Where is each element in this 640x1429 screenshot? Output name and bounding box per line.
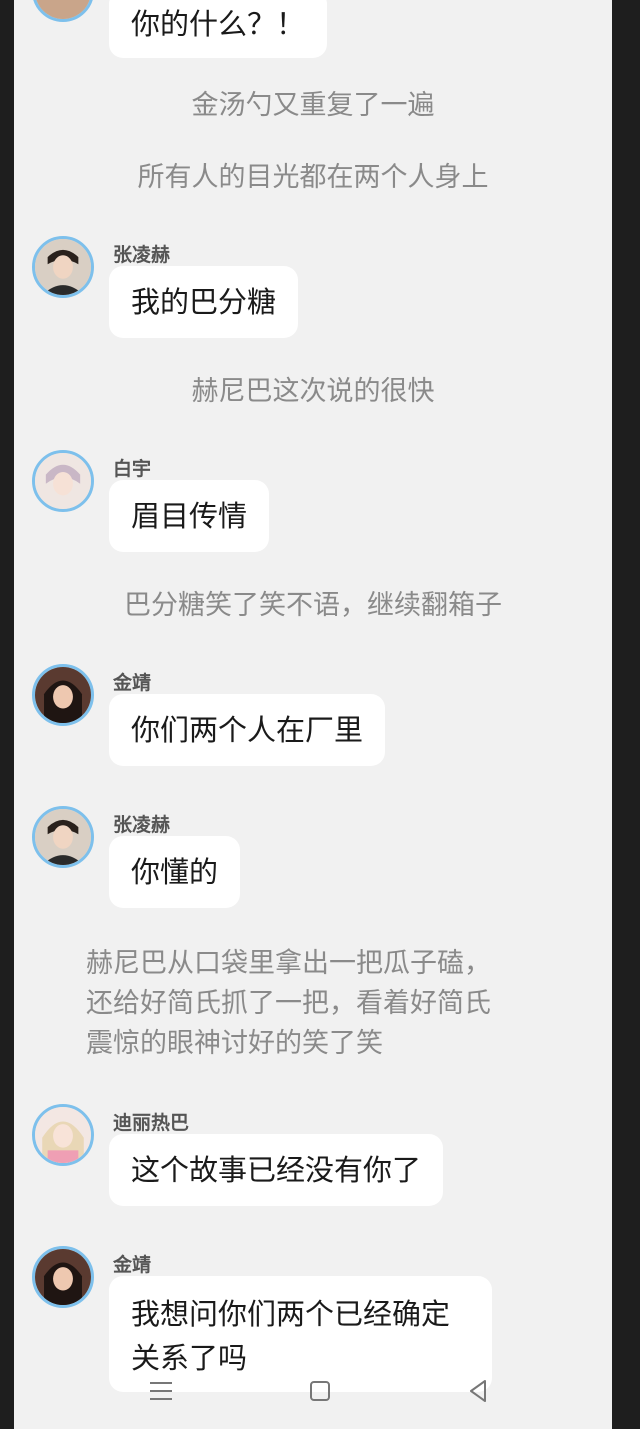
- user-avatar-icon[interactable]: [32, 0, 94, 22]
- message-bubble[interactable]: 这个故事已经没有你了: [109, 1134, 444, 1206]
- narration-text: 所有人的目光都在两个人身上: [137, 162, 489, 193]
- device-frame-left: [0, 0, 14, 1429]
- user-avatar-icon[interactable]: [32, 236, 94, 298]
- navigation-bar: [14, 1368, 612, 1412]
- back-icon[interactable]: [463, 1376, 493, 1406]
- sender-name: 张凌赫: [113, 244, 171, 266]
- sender-name: 金靖: [113, 1254, 152, 1276]
- message-bubble[interactable]: 你懂的: [109, 836, 241, 908]
- narration-text: 赫尼巴这次说的很快: [191, 376, 435, 407]
- sender-name: 白宇: [113, 458, 152, 480]
- message-bubble[interactable]: 我的巴分糖: [109, 266, 299, 338]
- user-avatar-icon[interactable]: [32, 1104, 94, 1166]
- message-bubble[interactable]: 你们两个人在厂里: [109, 694, 386, 766]
- user-avatar-icon[interactable]: [32, 1246, 94, 1308]
- message-bubble[interactable]: 你的什么？！: [109, 0, 328, 58]
- sender-name: 张凌赫: [113, 814, 171, 836]
- device-frame-right: [612, 0, 640, 1429]
- user-avatar-icon[interactable]: [32, 806, 94, 868]
- user-avatar-icon[interactable]: [32, 450, 94, 512]
- narration-text: 金汤勺又重复了一遍: [191, 90, 435, 121]
- user-avatar-icon[interactable]: [32, 664, 94, 726]
- menu-icon[interactable]: [146, 1376, 176, 1406]
- sender-name: 金靖: [113, 672, 152, 694]
- sender-name: 迪丽热巴: [113, 1112, 190, 1134]
- chat-area[interactable]: 你的什么？！ 金汤勺又重复了一遍 所有人的目光都在两个人身上 张凌赫 我的巴分糖…: [14, 0, 612, 1429]
- narration-text: 赫尼巴从口袋里拿出一把瓜子磕， 还给好简氏抓了一把，看着好简氏 震惊的眼神讨好的…: [86, 948, 491, 1059]
- home-icon[interactable]: [305, 1376, 335, 1406]
- message-bubble[interactable]: 眉目传情: [109, 480, 270, 552]
- narration-text: 巴分糖笑了笑不语，继续翻箱子: [124, 590, 502, 621]
